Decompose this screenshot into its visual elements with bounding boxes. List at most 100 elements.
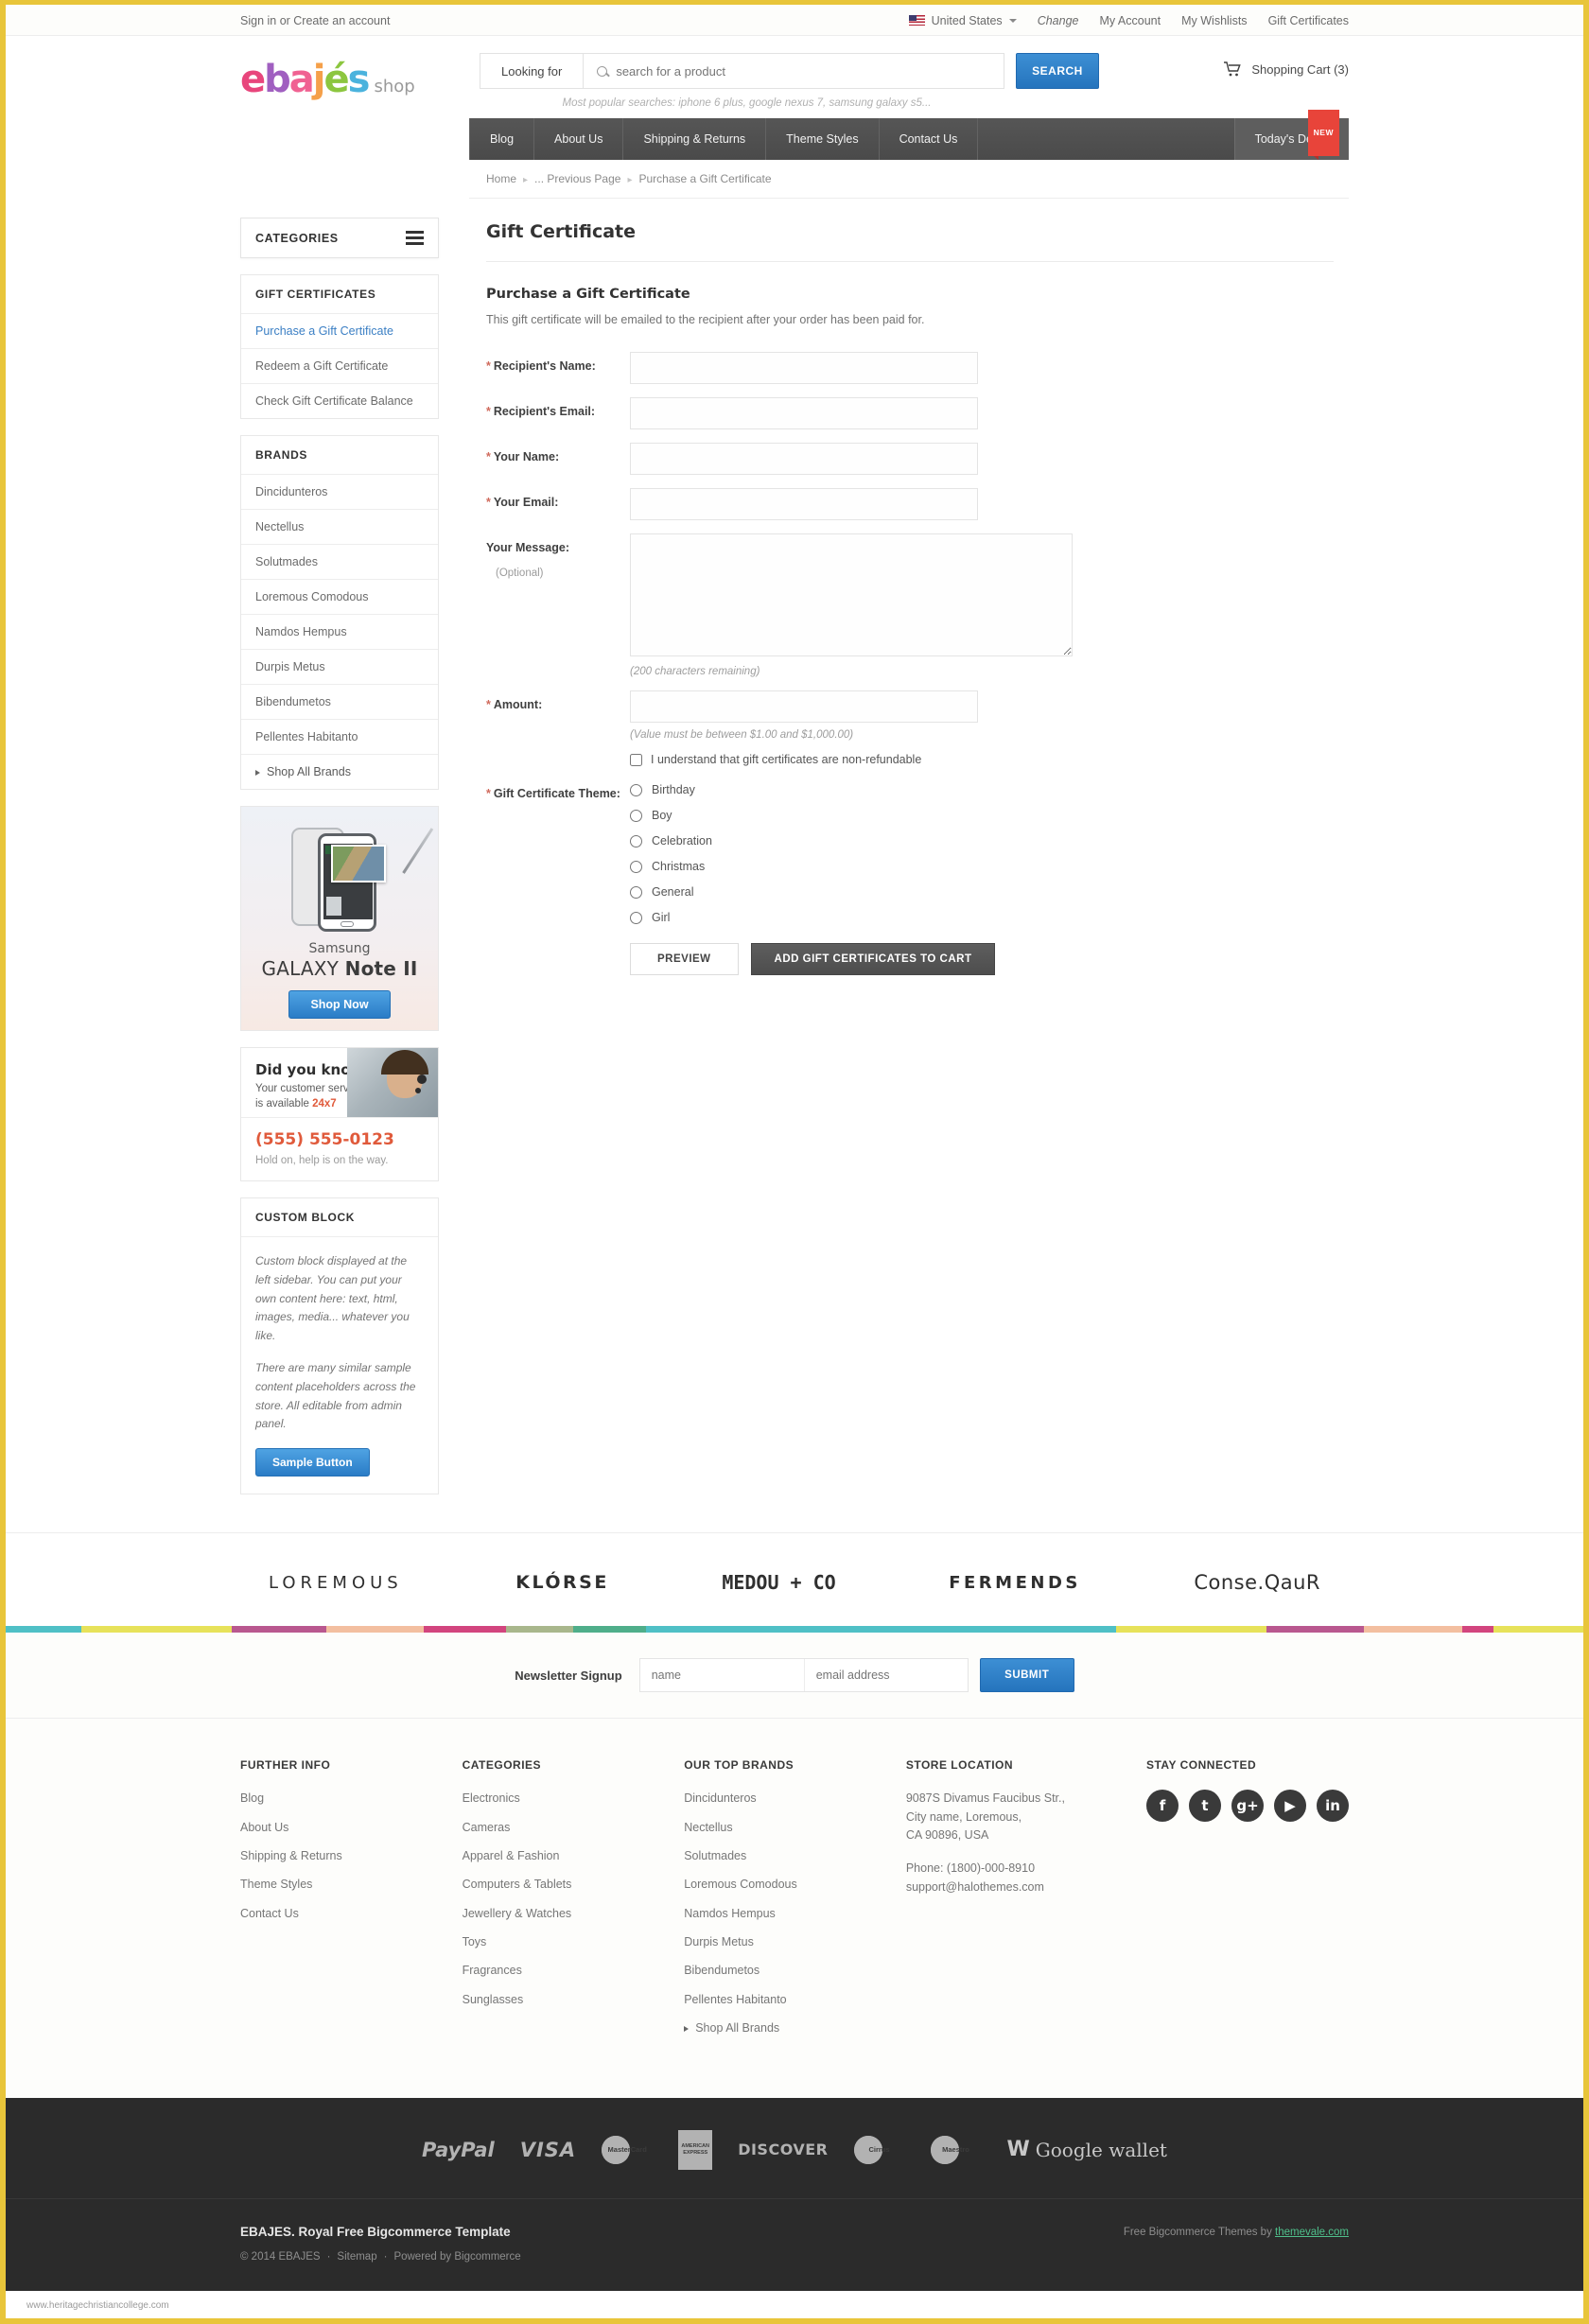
theme-label[interactable]: Boy [652,809,672,822]
nav-item-blog[interactable]: Blog [469,118,535,160]
list-item[interactable]: Apparel & Fashion [463,1847,685,1865]
list-item[interactable]: Pellentes Habitanto [241,720,438,755]
list-item[interactable]: Bibendumetos [684,1962,906,1980]
list-item[interactable]: Theme Styles [240,1876,463,1894]
your-email-input[interactable] [630,488,978,520]
list-item[interactable]: Cameras [463,1819,685,1837]
theme-label[interactable]: Birthday [652,783,695,796]
nonrefundable-label[interactable]: I understand that gift certificates are … [651,753,921,766]
brand-logo-klorse[interactable]: KLÓRSE [515,1572,609,1593]
list-item[interactable]: Dincidunteros [684,1790,906,1808]
footer-link-about[interactable]: About Us [240,1821,288,1834]
brand-logo-medou[interactable]: MEDOU + CO [722,1571,835,1594]
hamburger-icon[interactable] [406,228,424,248]
sitemap-link[interactable]: Sitemap [337,2251,376,2263]
shop-all-brands-link[interactable]: Shop All Brands [241,755,438,789]
brand-item-4[interactable]: Namdos Hempus [241,615,438,649]
list-item[interactable]: About Us [240,1819,463,1837]
theme-option-general[interactable]: General [630,885,995,899]
google-plus-icon[interactable]: g+ [1231,1790,1264,1823]
list-item[interactable]: Shop All Brands [684,2019,906,2037]
brand-logo-loremous[interactable]: LOREMOUS [269,1573,403,1593]
search-input[interactable] [607,54,1004,88]
categories-toggle[interactable]: CATEGORIES [240,218,439,258]
list-item[interactable]: Loremous Comodous [684,1876,906,1894]
brand-item-0[interactable]: Dincidunteros [241,475,438,509]
linkedin-icon[interactable]: in [1316,1790,1349,1823]
theme-label[interactable]: Christmas [652,860,705,873]
facebook-icon[interactable]: f [1145,1790,1179,1823]
list-item[interactable]: Nectellus [241,510,438,545]
brand-item-2[interactable]: Solutmades [241,545,438,579]
nonrefundable-checkbox[interactable] [630,753,642,766]
footer-brand-2[interactable]: Solutmades [684,1849,746,1862]
footer-cat-5[interactable]: Toys [463,1935,487,1948]
list-item[interactable]: Sunglasses [463,1991,685,2009]
store-email[interactable]: support@halothemes.com [906,1878,1146,1896]
change-country-link[interactable]: Change [1038,14,1079,27]
brand-item-5[interactable]: Durpis Metus [241,650,438,684]
your-name-input[interactable] [630,443,978,475]
list-item[interactable]: Bibendumetos [241,685,438,720]
list-item[interactable]: Jewellery & Watches [463,1905,685,1923]
sidebar-item-purchase-gift[interactable]: Purchase a Gift Certificate [241,314,438,348]
footer-link-contact[interactable]: Contact Us [240,1907,299,1920]
theme-option-girl[interactable]: Girl [630,911,995,924]
theme-radio[interactable] [630,783,642,796]
footer-brand-1[interactable]: Nectellus [684,1821,732,1834]
brand-item-3[interactable]: Loremous Comodous [241,580,438,614]
list-item[interactable]: Shop All Brands [241,755,438,789]
list-item[interactable]: Solutmades [241,545,438,580]
list-item[interactable]: Purchase a Gift Certificate [241,314,438,349]
theme-radio[interactable] [630,885,642,899]
nav-item-contact-us[interactable]: Contact Us [880,118,979,160]
theme-radio[interactable] [630,911,642,924]
theme-option-boy[interactable]: Boy [630,809,995,822]
footer-brand-3[interactable]: Loremous Comodous [684,1878,797,1891]
nav-item-about-us[interactable]: About Us [534,118,624,160]
list-item[interactable]: Namdos Hempus [241,615,438,650]
footer-cat-7[interactable]: Sunglasses [463,1993,524,2006]
list-item[interactable]: Loremous Comodous [241,580,438,615]
list-item[interactable]: Durpis Metus [684,1933,906,1951]
list-item[interactable]: Electronics [463,1790,685,1808]
shopping-cart-link[interactable]: Shopping Cart (3) [1224,53,1349,77]
brand-logo-consequaur[interactable]: Conse.QauR [1194,1571,1320,1594]
sign-in-link[interactable]: Sign in or Create an account [240,14,390,27]
footer-brand-5[interactable]: Durpis Metus [684,1935,754,1948]
sample-button[interactable]: Sample Button [255,1448,370,1477]
list-item[interactable]: Namdos Hempus [684,1905,906,1923]
add-to-cart-button[interactable]: ADD GIFT CERTIFICATES TO CART [750,943,996,975]
theme-option-birthday[interactable]: Birthday [630,783,995,796]
footer-cat-2[interactable]: Apparel & Fashion [463,1849,560,1862]
theme-label[interactable]: Girl [652,911,670,924]
list-item[interactable]: Contact Us [240,1905,463,1923]
country-selector[interactable]: United States [908,14,1017,27]
amount-input[interactable] [630,690,978,723]
footer-cat-4[interactable]: Jewellery & Watches [463,1907,572,1920]
list-item[interactable]: Redeem a Gift Certificate [241,349,438,384]
list-item[interactable]: Shipping & Returns [240,1847,463,1865]
themevale-link[interactable]: themevale.com [1275,2227,1349,2238]
nav-item-theme-styles[interactable]: Theme Styles [766,118,880,160]
nav-item-shipping-returns[interactable]: Shipping & Returns [623,118,767,160]
site-logo[interactable]: ebajés shop [240,53,415,98]
footer-brand-6[interactable]: Bibendumetos [684,1964,760,1977]
twitter-icon[interactable]: t [1188,1790,1221,1823]
list-item[interactable]: Solutmades [684,1847,906,1865]
list-item[interactable]: Durpis Metus [241,650,438,685]
footer-brand-7[interactable]: Pellentes Habitanto [684,1993,786,2006]
youtube-icon[interactable]: ▶ [1273,1790,1306,1823]
footer-cat-3[interactable]: Computers & Tablets [463,1878,572,1891]
recipient-name-input[interactable] [630,352,978,384]
footer-cat-0[interactable]: Electronics [463,1791,520,1805]
search-button[interactable]: SEARCH [1016,53,1099,89]
breadcrumb-previous[interactable]: ... Previous Page [534,172,620,185]
newsletter-name-input[interactable] [639,1659,804,1692]
footer-link-shipping[interactable]: Shipping & Returns [240,1849,342,1862]
list-item[interactable]: Blog [240,1790,463,1808]
theme-radio[interactable] [630,860,642,873]
newsletter-email-input[interactable] [803,1659,968,1692]
theme-option-celebration[interactable]: Celebration [630,834,995,847]
theme-option-christmas[interactable]: Christmas [630,860,995,873]
